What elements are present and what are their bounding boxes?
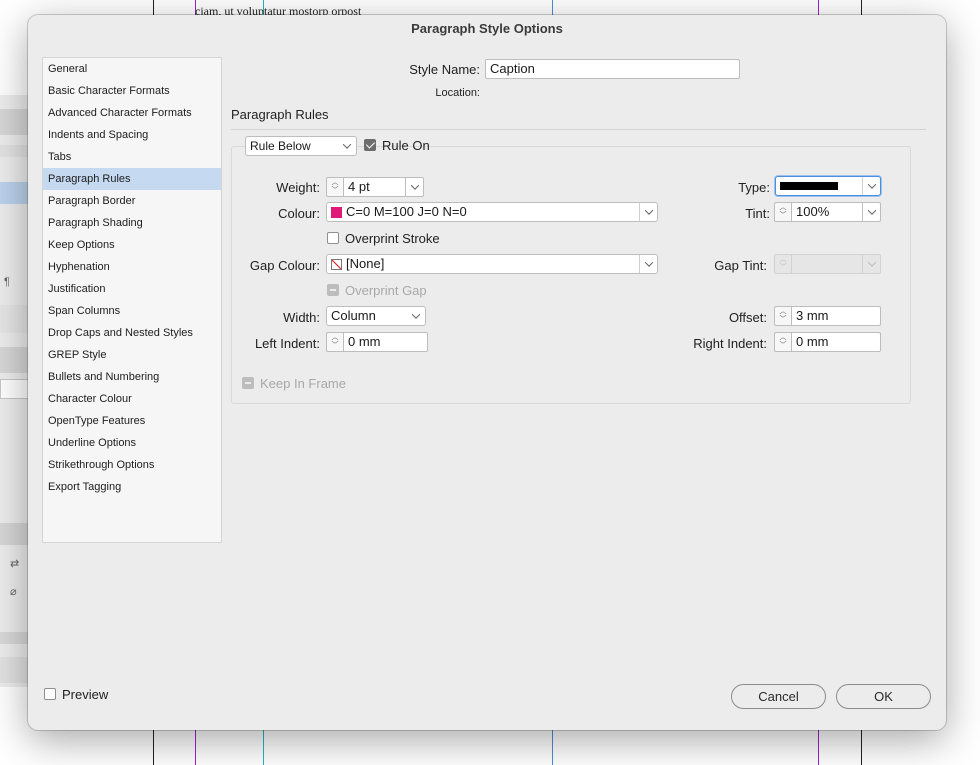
stepper-arrows-icon[interactable]: ︿ ﹀ [326,177,343,197]
side-panel: ¶ ⇄ ⌀ [0,95,30,687]
type-value [780,182,862,190]
width-value: Column [331,308,376,323]
gap-colour-label: Gap Colour: [249,258,320,273]
category-item[interactable]: Export Tagging [43,476,221,498]
overprint-stroke-checkbox[interactable] [327,232,339,244]
tint-stepper[interactable]: ︿ ﹀ 100% [774,202,881,222]
category-item[interactable]: Tabs [43,146,221,168]
right-indent-value[interactable]: 0 mm [791,332,881,352]
chevron-down-icon [338,137,356,155]
rule-position-value: Rule Below [250,139,311,153]
category-item[interactable]: Advanced Character Formats [43,102,221,124]
chevron-down-icon [862,254,881,274]
overprint-stroke-label: Overprint Stroke [345,231,440,246]
category-item[interactable]: Underline Options [43,432,221,454]
overprint-gap-label: Overprint Gap [345,283,427,298]
rule-position-select[interactable]: Rule Below [245,136,357,156]
none-swatch-icon [331,258,342,270]
left-indent-label: Left Indent: [254,336,320,351]
type-label: Type: [738,180,770,195]
stepper-arrows-icon[interactable]: ︿ ﹀ [774,202,791,222]
offset-label: Offset: [728,310,767,325]
dialog-title: Paragraph Style Options [411,21,563,36]
panel-selection [0,182,30,204]
swap-icon: ⇄ [10,558,20,570]
gap-tint-label: Gap Tint: [714,258,767,273]
colour-value: C=0 M=100 J=0 N=0 [346,204,467,219]
stepper-arrows-icon[interactable]: ︿ ﹀ [774,306,791,326]
category-item[interactable]: OpenType Features [43,410,221,432]
offset-stepper[interactable]: ︿ ﹀ 3 mm [774,306,881,326]
paragraph-style-options-dialog: Paragraph Style Options General Basic Ch… [28,15,946,730]
category-item[interactable]: Drop Caps and Nested Styles [43,322,221,344]
weight-stepper[interactable]: ︿ ﹀ 4 pt [326,177,424,197]
chevron-down-icon [862,177,880,195]
stepper-arrows-icon[interactable]: ︿ ﹀ [326,332,343,352]
stepper-arrows-icon: ︿ ﹀ [774,254,791,274]
overprint-gap-checkbox[interactable] [327,284,339,296]
chevron-down-icon [639,255,657,273]
chevron-down-icon[interactable] [405,177,424,197]
weight-label: Weight: [276,180,320,195]
right-indent-stepper[interactable]: ︿ ﹀ 0 mm [774,332,881,352]
width-select[interactable]: Column [326,306,426,326]
weight-value[interactable]: 4 pt [343,177,405,197]
category-list: General Basic Character Formats Advanced… [42,57,222,543]
tint-value[interactable]: 100% [791,202,862,222]
keep-in-frame-label: Keep In Frame [260,376,346,391]
unlink-icon: ⌀ [10,586,17,598]
category-item[interactable]: Paragraph Border [43,190,221,212]
stepper-arrows-icon[interactable]: ︿ ﹀ [774,332,791,352]
tint-label: Tint: [745,206,770,221]
section-title: Paragraph Rules [231,107,329,122]
offset-value[interactable]: 3 mm [791,306,881,326]
category-item[interactable]: GREP Style [43,344,221,366]
category-item[interactable]: Indents and Spacing [43,124,221,146]
stroke-type-solid-swatch [780,182,838,190]
colour-select[interactable]: C=0 M=100 J=0 N=0 [326,202,658,222]
category-item[interactable]: Keep Options [43,234,221,256]
ok-button[interactable]: OK [836,684,931,709]
location-label: Location: [435,87,480,99]
chevron-down-icon[interactable] [862,202,881,222]
right-indent-label: Right Indent: [693,336,767,351]
gap-colour-select[interactable]: [None] [326,254,658,274]
cancel-button[interactable]: Cancel [731,684,826,709]
section-divider [231,129,926,130]
chevron-down-icon [639,203,657,221]
gap-colour-value: [None] [346,256,385,271]
category-item[interactable]: Bullets and Numbering [43,366,221,388]
chevron-down-icon [407,307,425,325]
category-item[interactable]: Basic Character Formats [43,80,221,102]
style-name-input[interactable]: Caption [485,59,740,79]
gap-tint-value [791,254,862,274]
type-select[interactable] [775,176,881,196]
keep-in-frame-checkbox[interactable] [242,377,254,389]
category-item[interactable]: Character Colour [43,388,221,410]
category-item[interactable]: Paragraph Shading [43,212,221,234]
magenta-swatch-icon [331,206,342,218]
category-item[interactable]: General [43,58,221,80]
category-item-paragraph-rules[interactable]: Paragraph Rules [43,168,221,190]
left-indent-stepper[interactable]: ︿ ﹀ 0 mm [326,332,428,352]
preview-checkbox[interactable] [44,688,56,700]
pilcrow-icon: ¶ [4,276,10,288]
left-indent-value[interactable]: 0 mm [343,332,428,352]
category-item[interactable]: Hyphenation [43,256,221,278]
category-item[interactable]: Span Columns [43,300,221,322]
colour-label: Colour: [278,206,320,221]
width-label: Width: [283,310,320,325]
rule-on-checkbox[interactable] [364,139,376,151]
category-item[interactable]: Justification [43,278,221,300]
gap-tint-stepper[interactable]: ︿ ﹀ [774,254,881,274]
category-item[interactable]: Strikethrough Options [43,454,221,476]
style-name-label: Style Name: [409,62,480,77]
preview-label: Preview [62,687,109,702]
rule-on-label: Rule On [382,138,430,153]
